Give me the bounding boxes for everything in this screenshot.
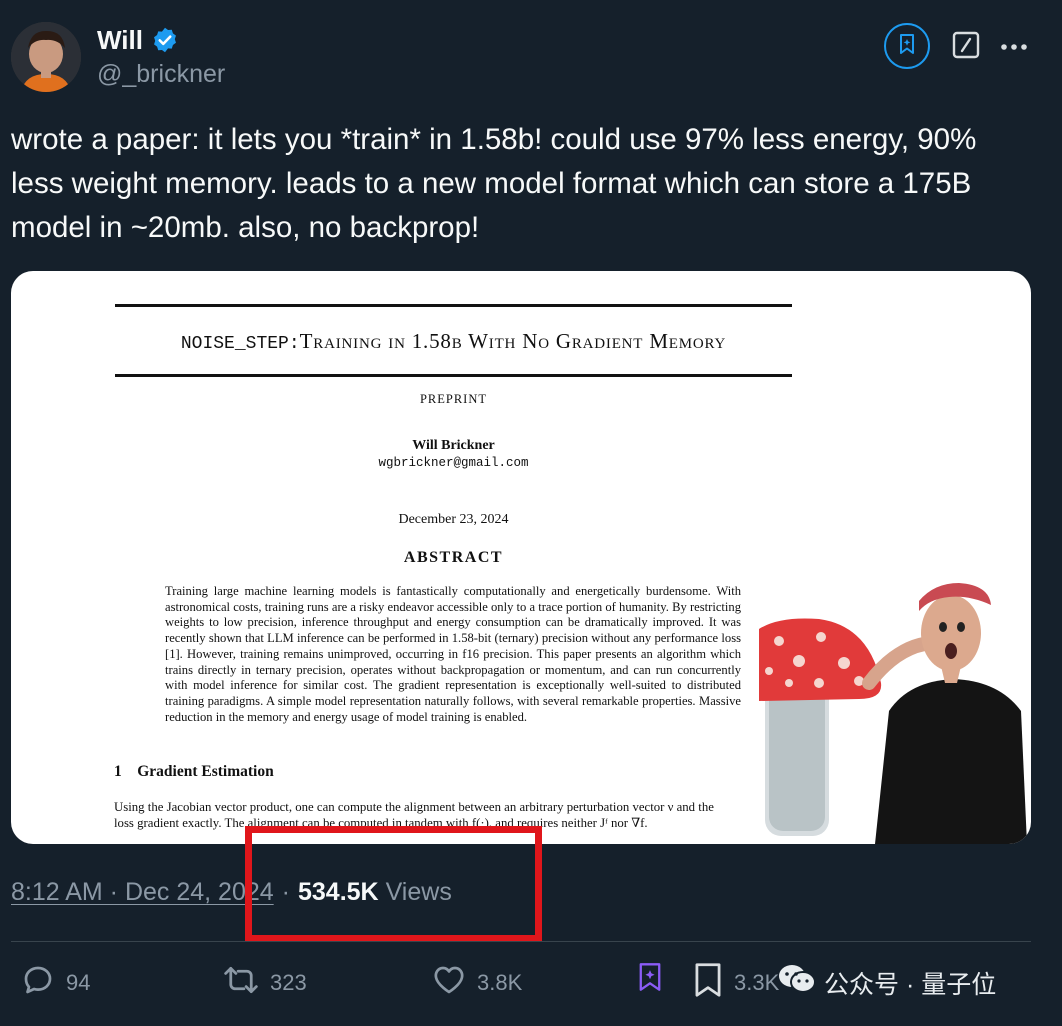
paper-body-line-1: Using the Jacobian vector product, one c…	[114, 800, 714, 814]
bookmark-count: 3.3K	[734, 970, 780, 995]
paper-date: December 23, 2024	[398, 512, 509, 527]
bookmark-button[interactable]: 3.3K	[692, 962, 779, 1004]
verified-badge-icon	[151, 26, 179, 54]
mushroom-person-sticker	[759, 583, 1027, 844]
tweet-media-image[interactable]: NOISE_STEP:Training in 1.58b With No Gra…	[11, 271, 1031, 844]
edit-icon	[952, 31, 980, 64]
repost-count: 323	[270, 970, 307, 995]
more-icon	[1000, 38, 1028, 56]
reply-button[interactable]: 94	[20, 962, 90, 1004]
views-highlight-box	[245, 826, 542, 942]
bookmark-icon	[692, 962, 724, 1004]
author-display-name[interactable]: Will	[97, 25, 143, 56]
watermark-text: 公众号 · 量子位	[824, 970, 997, 999]
grok-action-button[interactable]	[636, 962, 664, 998]
author-name-row: Will	[97, 24, 179, 56]
grok-button[interactable]	[884, 23, 930, 69]
title-top-rule	[115, 304, 792, 307]
reply-icon	[20, 962, 56, 1004]
repost-icon	[222, 962, 260, 1004]
tweet-timestamp-link[interactable]: 8:12 AM · Dec 24, 2024	[11, 878, 274, 907]
wechat-watermark: 公众号 · 量子位	[778, 963, 996, 1002]
more-options-button[interactable]	[999, 34, 1029, 60]
wechat-icon	[778, 963, 816, 1002]
paper-title: NOISE_STEP:Training in 1.58b With No Gra…	[115, 329, 792, 354]
paper-title-rest: Training in 1.58b With No Gradient Memor…	[299, 329, 727, 353]
tweet-text: wrote a paper: it lets you *train* in 1.…	[11, 123, 977, 244]
repost-button[interactable]: 323	[222, 962, 307, 1004]
paper-author: Will Brickner	[412, 438, 495, 453]
paper-preprint-label: PREPRINT	[419, 392, 488, 406]
reply-count: 94	[66, 970, 91, 995]
divider	[11, 941, 1031, 942]
paper-section-heading: 1 Gradient Estimation	[114, 763, 274, 780]
like-count: 3.8K	[477, 970, 523, 995]
grok-action-icon	[636, 962, 664, 998]
like-button[interactable]: 3.8K	[431, 962, 522, 1004]
paper-abstract: Training large machine learning models i…	[165, 584, 741, 724]
author-handle[interactable]: @_brickner	[97, 60, 225, 89]
edit-button[interactable]	[951, 31, 981, 64]
paper-email: wgbrickner@gmail.com	[378, 456, 529, 470]
avatar[interactable]	[11, 22, 81, 92]
grok-icon	[895, 32, 919, 61]
paper-title-mono: NOISE_STEP:	[180, 334, 300, 354]
paper-abstract-heading: ABSTRACT	[403, 549, 504, 566]
like-icon	[431, 962, 467, 1004]
title-bottom-rule	[115, 374, 792, 377]
